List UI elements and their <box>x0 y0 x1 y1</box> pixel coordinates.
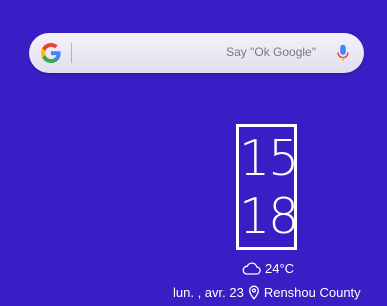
weather-widget[interactable]: 24°C <box>241 259 294 277</box>
mic-icon[interactable] <box>332 42 354 64</box>
clock-hours: 15 <box>239 130 299 187</box>
clock-minutes: 18 <box>239 188 299 245</box>
search-hint: Say "Ok Google" <box>226 45 316 59</box>
location-pin-icon <box>248 285 259 300</box>
cloud-icon <box>242 262 261 275</box>
temperature: 24°C <box>265 260 295 276</box>
google-g-icon[interactable] <box>39 41 63 65</box>
date-location-row[interactable]: lun. , avr. 23 Renshou County <box>173 283 361 301</box>
clock-widget[interactable]: 15 18 <box>236 124 299 250</box>
google-search-bar[interactable]: Say "Ok Google" <box>29 33 364 73</box>
text-cursor <box>71 43 72 63</box>
location-text: Renshou County <box>263 284 361 300</box>
date-text: lun. , avr. 23 <box>173 284 244 300</box>
